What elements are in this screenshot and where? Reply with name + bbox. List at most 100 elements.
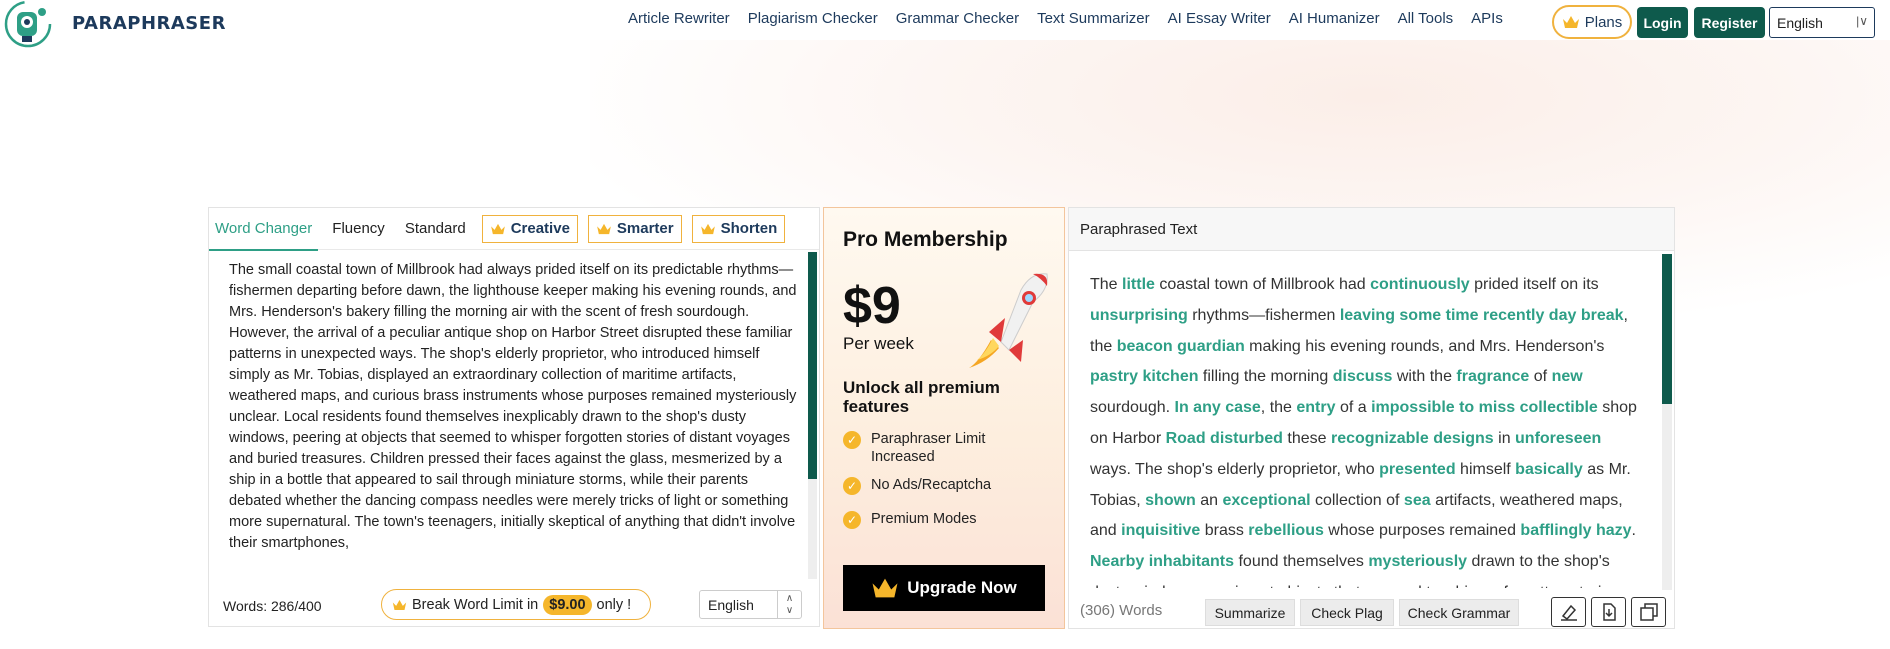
pro-period: Per week — [843, 334, 914, 353]
crown-icon — [490, 223, 505, 234]
input-textarea[interactable]: The small coastal town of Millbrook had … — [229, 260, 799, 580]
nav-apis[interactable]: APIs — [1471, 10, 1503, 27]
input-word-count: Words: 286/400 — [223, 598, 322, 614]
download-icon — [1602, 603, 1616, 621]
clear-button[interactable] — [1551, 597, 1586, 627]
unchanged-phrase: of a — [1335, 399, 1372, 417]
break-limit-button[interactable]: Break Word Limit in $9.00 only ! — [381, 589, 651, 620]
copy-icon — [1639, 603, 1658, 621]
check-icon: ✓ — [843, 477, 861, 495]
changed-phrase[interactable]: little — [1122, 276, 1155, 293]
changed-phrase[interactable]: recognizable designs — [1331, 430, 1494, 447]
pro-unlock-text: Unlock all premium features — [843, 378, 1000, 416]
changed-phrase[interactable]: unforeseen — [1515, 430, 1601, 447]
changed-phrase[interactable]: discuss — [1333, 368, 1393, 385]
nav-ai-essay-writer[interactable]: AI Essay Writer — [1168, 10, 1271, 27]
tab-label: Smarter — [616, 220, 674, 237]
brand-name[interactable]: PARAPHRASER — [72, 13, 226, 34]
tab-fluency[interactable]: Fluency — [326, 208, 391, 250]
changed-phrase[interactable]: unsurprising — [1090, 307, 1188, 324]
output-language-value: English — [708, 596, 754, 613]
changed-phrase[interactable]: new — [1552, 368, 1583, 385]
changed-phrase[interactable]: inquisitive — [1121, 522, 1200, 539]
changed-phrase[interactable]: fragrance — [1456, 368, 1529, 385]
tab-standard[interactable]: Standard — [399, 208, 472, 250]
changed-phrase[interactable]: Nearby inhabitants — [1090, 553, 1234, 570]
nav-ai-humanizer[interactable]: AI Humanizer — [1289, 10, 1380, 27]
language-value: English — [1777, 14, 1823, 31]
login-button[interactable]: Login — [1637, 7, 1688, 38]
break-limit-prefix: Break Word Limit in — [412, 596, 539, 613]
check-plag-button[interactable]: Check Plag — [1300, 599, 1394, 626]
output-scrollbar[interactable] — [1662, 254, 1672, 590]
changed-phrase[interactable]: shown — [1145, 492, 1196, 509]
changed-phrase[interactable]: exceptional — [1223, 492, 1311, 509]
pro-title: Pro Membership — [843, 228, 1008, 251]
crown-icon — [392, 599, 407, 610]
unchanged-phrase: with the — [1392, 368, 1457, 386]
feature-item: ✓ Paraphraser Limit Increased — [843, 430, 1043, 466]
tab-shorten[interactable]: Shorten — [691, 214, 786, 243]
changed-phrase[interactable]: In any case — [1175, 399, 1261, 416]
unchanged-phrase: , the — [1260, 399, 1297, 417]
input-scrollbar[interactable] — [808, 252, 817, 579]
language-select[interactable]: English |∨ — [1769, 7, 1875, 38]
unchanged-phrase: sourdough. — [1090, 399, 1175, 417]
tab-smarter[interactable]: Smarter — [587, 214, 682, 243]
output-panel: Paraphrased Text The little coastal town… — [1068, 207, 1675, 629]
nav-plagiarism-checker[interactable]: Plagiarism Checker — [748, 10, 878, 27]
input-panel: Word Changer Fluency Standard Creative S… — [208, 207, 820, 627]
tab-creative[interactable]: Creative — [481, 214, 578, 243]
changed-phrase[interactable]: pastry kitchen — [1090, 368, 1198, 385]
unchanged-phrase: filling the morning — [1198, 368, 1333, 386]
changed-phrase[interactable]: sea — [1404, 492, 1431, 509]
register-button[interactable]: Register — [1694, 7, 1765, 38]
output-heading: Paraphrased Text — [1069, 208, 1674, 251]
feature-item: ✓ Premium Modes — [843, 510, 1043, 529]
nav-grammar-checker[interactable]: Grammar Checker — [896, 10, 1019, 27]
unchanged-phrase: himself — [1455, 460, 1516, 478]
changed-phrase[interactable]: leaving some time recently day break — [1340, 307, 1624, 324]
download-button[interactable] — [1591, 597, 1626, 627]
changed-phrase[interactable]: Road disturbed — [1166, 430, 1283, 447]
eraser-icon — [1560, 604, 1577, 621]
changed-phrase[interactable]: beacon guardian — [1117, 338, 1245, 355]
mode-tabs: Word Changer Fluency Standard Creative S… — [209, 208, 819, 251]
scrollbar-thumb[interactable] — [1662, 254, 1672, 404]
upgrade-button[interactable]: Upgrade Now — [843, 565, 1045, 611]
logo-icon[interactable] — [2, 0, 54, 48]
nav-article-rewriter[interactable]: Article Rewriter — [628, 10, 730, 27]
unchanged-phrase: rhythms—fishermen — [1187, 306, 1340, 324]
rocket-icon — [969, 273, 1048, 368]
nav-text-summarizer[interactable]: Text Summarizer — [1037, 10, 1150, 27]
check-grammar-button[interactable]: Check Grammar — [1399, 599, 1519, 626]
changed-phrase[interactable]: impossible to miss collectible — [1371, 399, 1598, 416]
output-language-select[interactable]: English ∧ ∨ — [699, 590, 802, 619]
changed-phrase[interactable]: rebellious — [1248, 522, 1324, 539]
unchanged-phrase: coastal town of Millbrook had — [1154, 276, 1371, 293]
unchanged-phrase: The — [1090, 276, 1123, 293]
paraphrased-text[interactable]: The little coastal town of Millbrook had… — [1090, 270, 1645, 588]
changed-phrase[interactable]: entry — [1296, 399, 1335, 416]
plans-label: Plans — [1584, 13, 1623, 31]
feature-item: ✓ No Ads/Recaptcha — [843, 476, 1043, 495]
input-footer: Words: 286/400 Break Word Limit in $9.00… — [209, 585, 819, 627]
changed-phrase[interactable]: continuously — [1370, 276, 1470, 293]
break-limit-price: $9.00 — [543, 594, 592, 615]
summarize-button[interactable]: Summarize — [1205, 599, 1295, 626]
tab-word-changer[interactable]: Word Changer — [209, 208, 319, 251]
changed-phrase[interactable]: basically — [1515, 461, 1583, 478]
changed-phrase[interactable]: bafflingly hazy — [1520, 522, 1631, 539]
output-footer: (306) Words Summarize Check Plag Check G… — [1069, 590, 1674, 628]
changed-phrase[interactable]: presented — [1379, 461, 1455, 478]
changed-phrase[interactable]: mysteriously — [1368, 553, 1467, 570]
check-icon: ✓ — [843, 511, 861, 529]
pro-membership-card: Pro Membership $9 Per week Unlock all pr… — [823, 207, 1065, 629]
chevron-down-icon: |∨ — [1856, 14, 1868, 28]
copy-button[interactable] — [1631, 597, 1666, 627]
plans-button[interactable]: Plans — [1552, 5, 1632, 39]
scrollbar-thumb[interactable] — [808, 252, 817, 479]
unchanged-phrase: . — [1631, 522, 1636, 540]
nav-all-tools[interactable]: All Tools — [1398, 10, 1454, 27]
tab-label: Shorten — [720, 220, 778, 237]
